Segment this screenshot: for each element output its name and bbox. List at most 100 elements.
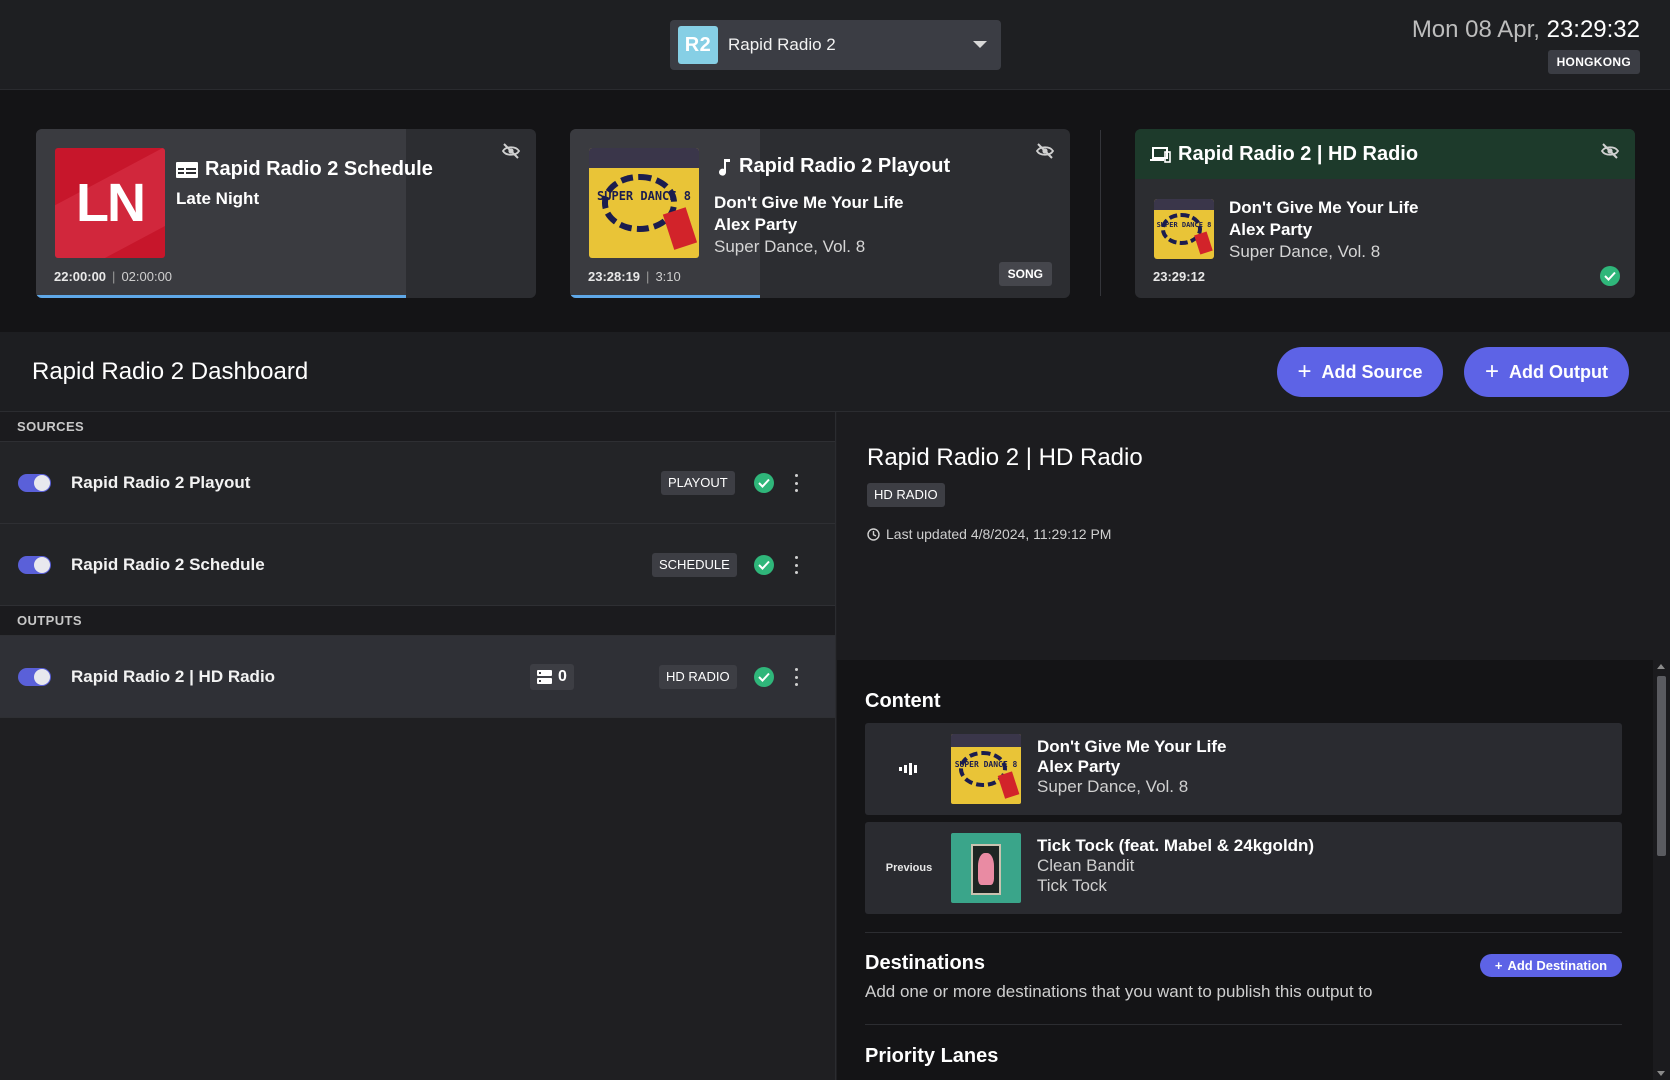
output-detail-title: Rapid Radio 2 | HD Radio <box>867 444 1143 471</box>
current-track-art-text: SUPER DANCE 8 <box>954 759 1018 769</box>
sources-section-label: SOURCES <box>0 412 835 442</box>
track-artist: Clean Bandit <box>1037 856 1135 875</box>
hd-title-text: Rapid Radio 2 | HD Radio <box>1178 143 1419 165</box>
schedule-start: 22:00:00 <box>54 269 107 284</box>
playout-start: 23:28:19 <box>588 269 641 284</box>
schedule-subtitle: Late Night <box>176 188 259 210</box>
output-row-hd-radio[interactable]: Rapid Radio 2 | HD Radio 0 HD RADIO <box>0 636 835 718</box>
playout-title-text: Rapid Radio 2 Playout <box>739 155 951 177</box>
schedule-title-text: Rapid Radio 2 Schedule <box>205 158 433 180</box>
hd-artist: Alex Party <box>1229 220 1313 239</box>
previous-track-art <box>951 833 1021 903</box>
track-artist: Alex Party <box>1037 757 1121 776</box>
clock-datetime: Mon 08 Apr, 23:29:32 <box>1412 16 1640 44</box>
check-circle-icon <box>754 555 774 575</box>
timezone-badge: HONGKONG <box>1547 50 1640 74</box>
track-title: Tick Tock (feat. Mabel & 24kgoldn) <box>1037 836 1315 855</box>
divider <box>865 932 1622 933</box>
add-source-button[interactable]: + Add Source <box>1277 347 1443 397</box>
schedule-progress-bar <box>36 295 406 298</box>
eye-slash-icon[interactable] <box>1601 143 1619 159</box>
strip-divider <box>1100 130 1101 296</box>
add-destination-label: Add Destination <box>1507 958 1608 973</box>
add-destination-button[interactable]: + Add Destination <box>1480 954 1622 977</box>
track-album: Tick Tock <box>1037 876 1107 895</box>
dashboard-header: Rapid Radio 2 Dashboard + Add Source + A… <box>0 332 1670 412</box>
source-toggle[interactable] <box>18 556 51 574</box>
source-row-playout[interactable]: Rapid Radio 2 Playout PLAYOUT <box>0 442 835 524</box>
source-type-badge: SCHEDULE <box>652 553 737 577</box>
priority-lanes-heading: Priority Lanes <box>865 1045 999 1067</box>
divider <box>865 1024 1622 1025</box>
playout-track-info: Don't Give Me Your Life Alex Party Super… <box>714 192 904 258</box>
eye-slash-icon[interactable] <box>502 143 520 159</box>
content-heading: Content <box>865 690 941 712</box>
destination-count-badge: 0 <box>530 664 574 690</box>
playout-album: Super Dance, Vol. 8 <box>714 237 866 256</box>
scrollbar-thumb[interactable] <box>1657 676 1666 856</box>
output-name: Rapid Radio 2 | HD Radio <box>71 667 276 686</box>
destination-count: 0 <box>558 668 567 685</box>
clock-date: Mon 08 Apr, <box>1411 16 1540 43</box>
chevron-down-icon <box>973 41 987 48</box>
song-badge: SONG <box>998 262 1052 286</box>
schedule-card[interactable]: LN Rapid Radio 2 Schedule Late Night 22:… <box>36 129 536 298</box>
hd-radio-card-title: Rapid Radio 2 | HD Radio <box>1150 143 1418 166</box>
track-title: Don't Give Me Your Life <box>1037 737 1227 756</box>
add-output-button[interactable]: + Add Output <box>1464 347 1629 397</box>
previous-track[interactable]: Previous Tick Tock (feat. Mabel & 24kgol… <box>865 822 1622 914</box>
current-track-meta: Don't Give Me Your Life Alex Party Super… <box>1037 737 1227 797</box>
scroll-up-icon[interactable] <box>1657 664 1665 669</box>
page-title: Rapid Radio 2 Dashboard <box>32 358 309 385</box>
playout-progress-bar <box>570 295 760 298</box>
schedule-art-text: LN <box>76 173 146 233</box>
source-name: Rapid Radio 2 Playout <box>71 473 251 492</box>
source-row-schedule[interactable]: Rapid Radio 2 Schedule SCHEDULE <box>0 524 835 606</box>
output-detail-content[interactable]: Content SUPER DANCE 8 Don't Give Me Your… <box>837 660 1670 1080</box>
eye-slash-icon[interactable] <box>1036 143 1054 159</box>
devices-icon <box>1150 146 1171 163</box>
playout-card[interactable]: SUPER DANCE 8 Rapid Radio 2 Playout Don'… <box>570 129 1070 298</box>
more-options-icon[interactable] <box>792 668 800 686</box>
output-toggle[interactable] <box>18 668 51 686</box>
scroll-down-icon[interactable] <box>1657 1071 1665 1076</box>
clock-icon <box>867 527 880 541</box>
schedule-icon <box>176 161 198 178</box>
audio-bars-icon <box>899 763 917 775</box>
hd-radio-card[interactable]: Rapid Radio 2 | HD Radio SUPER DANCE 8 D… <box>1135 129 1635 298</box>
station-selector[interactable]: R2 Rapid Radio 2 <box>670 20 1001 70</box>
schedule-times: 22:00:00 | 02:00:00 <box>54 269 173 284</box>
station-avatar: R2 <box>678 26 718 64</box>
output-detail-header: Rapid Radio 2 | HD Radio HD RADIO Last u… <box>837 412 1670 660</box>
playout-song: Don't Give Me Your Life <box>714 193 904 212</box>
current-track[interactable]: SUPER DANCE 8 Don't Give Me Your Life Al… <box>865 723 1622 815</box>
output-detail-badge: HD RADIO <box>867 483 945 507</box>
playout-card-title: Rapid Radio 2 Playout <box>718 155 950 178</box>
top-bar: R2 Rapid Radio 2 Mon 08 Apr, 23:29:32 HO… <box>0 0 1670 90</box>
schedule-end: 02:00:00 <box>121 269 173 284</box>
playout-art: SUPER DANCE 8 <box>589 148 699 258</box>
source-name: Rapid Radio 2 Schedule <box>71 555 265 574</box>
check-circle-icon <box>754 473 774 493</box>
playout-times: 23:28:19 | 3:10 <box>588 269 681 284</box>
playout-artist: Alex Party <box>714 215 798 234</box>
add-output-label: Add Output <box>1509 361 1608 382</box>
clock-time: 23:29:32 <box>1546 16 1640 43</box>
now-playing-strip: LN Rapid Radio 2 Schedule Late Night 22:… <box>0 90 1670 332</box>
more-options-icon[interactable] <box>792 556 800 574</box>
hd-time: 23:29:12 <box>1153 269 1206 284</box>
hd-art: SUPER DANCE 8 <box>1154 199 1214 259</box>
check-circle-icon <box>754 667 774 687</box>
source-toggle[interactable] <box>18 474 51 492</box>
more-options-icon[interactable] <box>792 474 800 492</box>
plus-icon: + <box>1297 358 1312 385</box>
schedule-show: Late Night <box>176 189 260 208</box>
outputs-section-label: OUTPUTS <box>0 606 835 636</box>
track-album: Super Dance, Vol. 8 <box>1037 777 1189 796</box>
scrollbar[interactable] <box>1653 660 1670 1080</box>
last-updated: Last updated 4/8/2024, 11:29:12 PM <box>867 526 1111 542</box>
now-playing-lead <box>865 723 953 815</box>
previous-label: Previous <box>885 862 933 874</box>
hd-song: Don't Give Me Your Life <box>1229 198 1419 217</box>
current-track-art: SUPER DANCE 8 <box>951 734 1021 804</box>
